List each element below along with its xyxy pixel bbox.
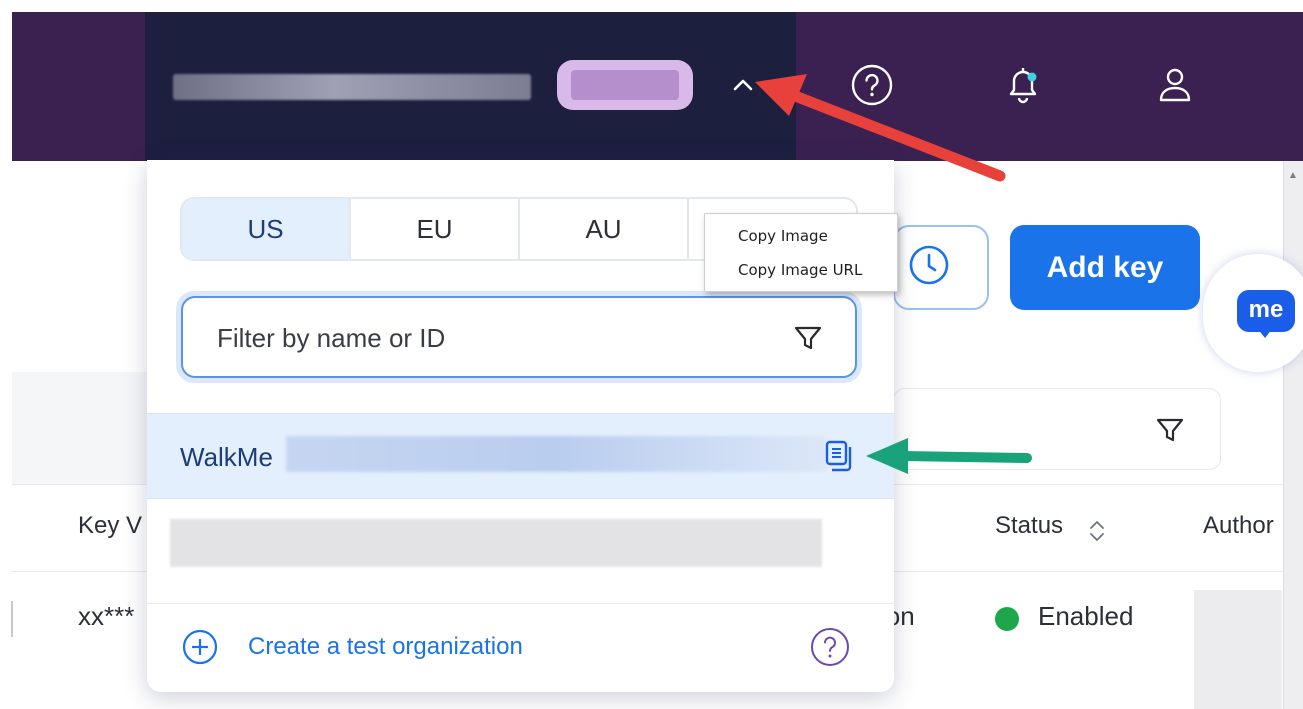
row-edge [11,601,13,637]
tab-au[interactable]: AU [520,199,689,259]
author-cell-redacted [1194,590,1282,709]
tab-eu[interactable]: EU [351,199,520,259]
context-menu-copy-image-url[interactable]: Copy Image URL [738,261,862,279]
toolbar-background [12,372,148,484]
key-value-cell: xx*** [78,601,135,631]
tab-us[interactable]: US [182,199,351,259]
filter-input[interactable]: Filter by name or ID [181,296,857,378]
organization-item-name: WalkMe [180,442,273,472]
column-header-status[interactable]: Status [995,512,1063,540]
chat-widget-icon[interactable]: me [1237,290,1295,332]
organization-id-redacted [286,436,826,472]
help-icon[interactable] [808,625,852,669]
filter-placeholder: Filter by name or ID [217,323,446,353]
sort-icon[interactable] [1086,516,1108,546]
column-header-author[interactable]: Author [1203,512,1274,540]
scrollbar[interactable] [1283,161,1303,709]
top-stripe [0,0,1303,12]
user-icon[interactable] [1152,62,1198,108]
status-enabled-dot [995,607,1019,631]
column-header-key-value[interactable]: Key V [78,512,142,540]
plus-circle-icon[interactable] [181,628,219,666]
filter-icon[interactable] [1153,413,1187,447]
environment-badge-redacted [571,70,679,100]
organization-item-redacted [170,519,822,567]
organization-name-redacted [173,74,531,100]
environment-badge [557,60,693,110]
green-annotation-arrow [866,438,1032,474]
copy-icon[interactable] [823,438,857,474]
left-gap [0,12,12,161]
dropdown-footer: Create a test organization [147,603,894,692]
organization-item-selected[interactable]: WalkMe [147,413,894,499]
context-menu-copy-image[interactable]: Copy Image [738,227,828,245]
filter-focus-ring: Filter by name or ID [176,291,862,383]
clock-icon [909,245,949,285]
create-test-organization-link[interactable]: Create a test organization [248,633,523,661]
red-annotation-arrow [755,74,1006,182]
status-cell: Enabled [1038,601,1134,631]
chat-widget-tail [1257,328,1273,338]
scroll-up-arrow[interactable]: ▲ [1288,170,1298,181]
context-menu: Copy Image Copy Image URL [704,213,898,292]
organization-item[interactable] [147,499,894,603]
add-key-button[interactable]: Add key [1010,225,1200,310]
filter-icon[interactable] [791,321,825,355]
